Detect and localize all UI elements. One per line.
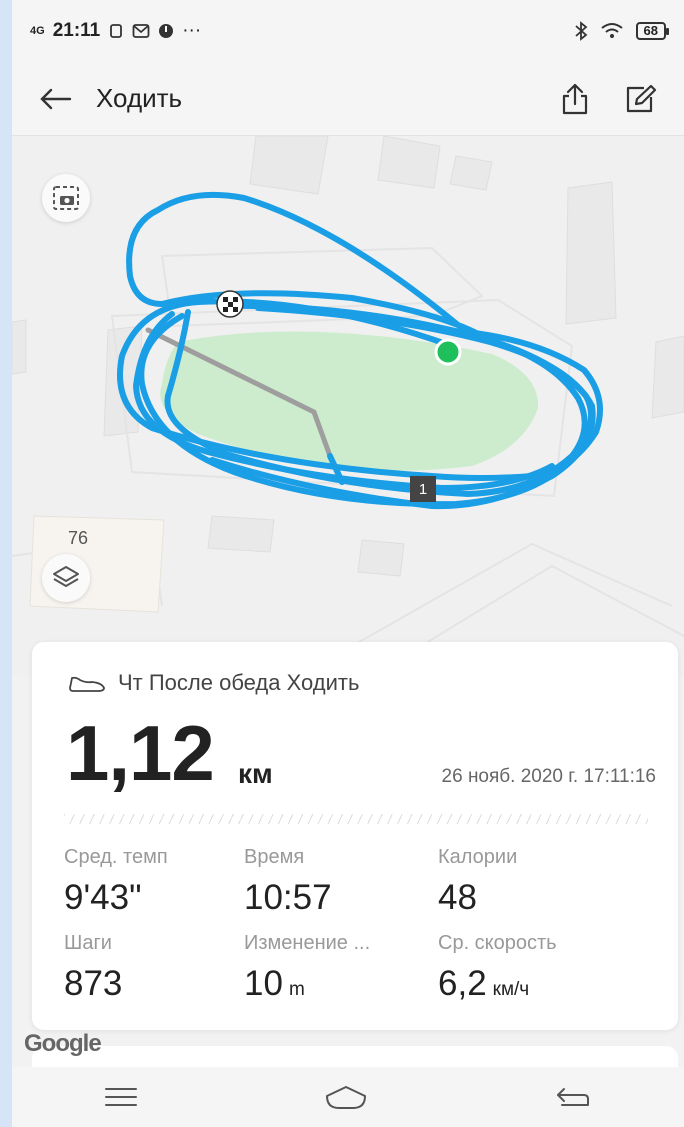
status-time: 21:11: [52, 20, 101, 41]
divider: [64, 814, 648, 824]
wifi-icon: [600, 23, 623, 38]
network-indicator: 4G: [30, 25, 45, 37]
stat-label: Сред. темп: [64, 846, 168, 868]
battery-indicator: 68: [635, 22, 670, 40]
shoe-icon: [69, 676, 105, 692]
bluetooth-icon: [574, 21, 587, 41]
stat-label: Ср. скорость: [438, 932, 557, 954]
stat-label: Изменение ...: [244, 932, 371, 954]
stat-value: 9'43": [64, 878, 142, 917]
finish-flag-icon: [216, 290, 244, 318]
sim-icon: [110, 24, 123, 38]
stat-value: 873: [64, 964, 123, 1003]
more-notifications: ···: [182, 20, 202, 41]
screenshot-button[interactable]: [42, 174, 90, 222]
start-marker: [434, 338, 462, 366]
layers-button[interactable]: [42, 554, 90, 602]
app-header: Ходить: [12, 62, 684, 136]
camera-icon: [53, 186, 79, 210]
arrow-left-icon[interactable]: [38, 87, 72, 111]
split-marker: 1: [410, 476, 436, 502]
workout-summary-card: Чт После обеда Ходить 1,12 км 26 нояб. 2…: [32, 642, 678, 1030]
share-icon[interactable]: [560, 82, 590, 116]
stat-value: 48: [438, 878, 477, 917]
system-nav-bar: [12, 1067, 684, 1127]
back-icon[interactable]: [554, 1085, 592, 1109]
status-bar: 4G 21:11 ··· 68: [12, 0, 684, 62]
app-screen: 4G 21:11 ··· 68 Ходить 1 76 Чт После обе…: [12, 0, 684, 1127]
activity-header: Чт После обеда Ходить: [68, 670, 359, 696]
stat-label: Шаги: [64, 932, 112, 954]
mail-icon: [132, 24, 150, 38]
menu-icon[interactable]: [104, 1086, 138, 1108]
stat-value: 10 m: [244, 964, 305, 1003]
google-attribution: Google: [24, 1030, 102, 1057]
distance-unit: км: [238, 758, 273, 789]
stat-value: 6,2 км/ч: [438, 964, 530, 1003]
distance-value: 1,12: [66, 709, 215, 797]
edit-icon[interactable]: [624, 84, 658, 114]
stat-label: Время: [244, 846, 305, 868]
house-number: 76: [68, 528, 89, 548]
activity-title: Чт После обеда Ходить: [118, 670, 360, 695]
page-title: Ходить: [96, 83, 183, 113]
workout-datetime: 26 нояб. 2020 г. 17:11:16: [441, 766, 656, 787]
map-canvas: [12, 136, 684, 676]
home-icon[interactable]: [323, 1084, 369, 1110]
stat-label: Калории: [438, 846, 518, 868]
layers-icon: [53, 566, 79, 587]
stat-value: 10:57: [244, 878, 332, 917]
dot-icon: [159, 24, 174, 38]
route-map[interactable]: 1 76: [12, 136, 684, 676]
